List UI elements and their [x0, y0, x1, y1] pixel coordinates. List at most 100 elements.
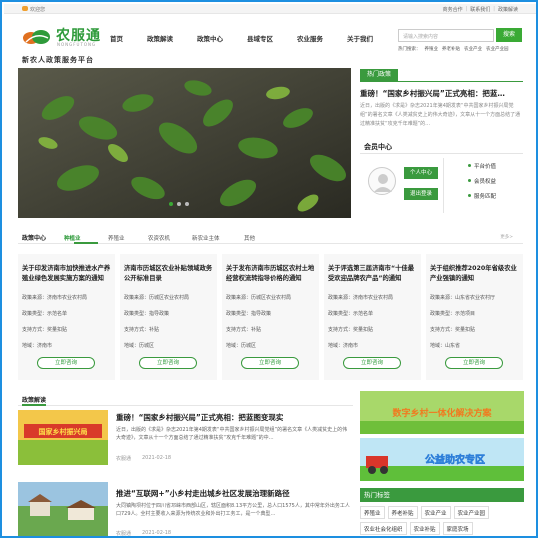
divider — [443, 158, 444, 213]
tag-item[interactable]: 养殖业 — [360, 506, 385, 519]
policy-type: 政策类型：指导政策 — [226, 311, 272, 317]
nav-about[interactable]: 关于我们 — [347, 33, 373, 43]
section-title: 政策中心 — [22, 235, 47, 242]
consult-button[interactable]: 立即咨询 — [343, 357, 401, 369]
policy-type: 政策类型：示范名单 — [328, 311, 374, 317]
carousel-dot[interactable] — [177, 202, 181, 206]
user-avatar-icon — [374, 174, 392, 192]
news-thumbnail-illustration: 国家乡村振兴局 — [18, 410, 108, 465]
news-summary: 大同镇陶坝村位于四川省邛崃市西部山区，辖区面积8.13平方公里，总人口1575人… — [116, 503, 350, 517]
policy-card[interactable]: 关于评选第三届济南市“十佳最受欢迎品牌农产品”的通知 政策来源：济南市农业农村局… — [324, 254, 421, 380]
village-thumbnail-illustration — [18, 482, 108, 536]
policy-center-tabs: 政策中心 种植业 养殖业 农资农机 新农业主体 其他 更多> — [18, 232, 523, 244]
policy-type: 政策类型：指导政策 — [124, 311, 170, 317]
hot-search-item[interactable]: 养老补贴 — [442, 46, 460, 52]
policy-method: 支持方式：奖量扣贴 — [430, 327, 476, 333]
hot-tags-title: 热门标签 — [360, 488, 524, 502]
hero-carousel-image[interactable] — [18, 68, 351, 218]
policy-card-title[interactable]: 关于发布济南市历城区农村土地经营权流转指导价格的通知 — [226, 264, 317, 284]
hot-search-item[interactable]: 农业产业 — [464, 46, 482, 52]
policy-type: 政策类型：示范名单 — [22, 311, 68, 317]
policy-card-title[interactable]: 关于组织推荐2020年省级农业产业强镇的通知 — [430, 264, 521, 284]
policy-card[interactable]: 关于发布济南市历城区农村土地经营权流转指导价格的通知 政策来源：历城区农业农村局… — [222, 254, 319, 380]
policy-source: 政策来源：历城区农业农村局 — [226, 295, 292, 301]
search-button[interactable]: 搜索 — [496, 28, 522, 42]
digital-village-banner[interactable]: 数字乡村一体化解决方案 — [360, 391, 524, 434]
more-link[interactable]: 更多> — [500, 234, 513, 240]
policy-card-title[interactable]: 济南市历城区农业补贴领域政务公开标准目录 — [124, 264, 215, 284]
hot-search-item[interactable]: 农业产业园 — [486, 46, 509, 52]
tag-item[interactable]: 养老补贴 — [387, 506, 418, 519]
member-links: 平台价值 会员权益 服务匹配 — [468, 162, 496, 207]
nav-policy-interpret[interactable]: 政策解读 — [147, 33, 173, 43]
policy-card-title[interactable]: 关于评选第三届济南市“十佳最受欢迎品牌农产品”的通知 — [328, 264, 419, 284]
policy-source: 政策来源：济南市农业农村局 — [22, 295, 88, 301]
section-title: 政策解读 — [22, 397, 47, 404]
hot-search-item[interactable]: 养殖业 — [425, 46, 439, 52]
tag-item[interactable]: 农业产业园 — [453, 506, 490, 519]
member-link-rights[interactable]: 会员权益 — [468, 177, 496, 185]
policy-card-title[interactable]: 关于印发济南市加快推进水产养殖业绿色发展实施方案的通知 — [22, 264, 113, 284]
hot-policy-tag: 热门政策 — [360, 69, 398, 81]
charity-banner-text: 公益助农专区 — [425, 453, 485, 466]
charity-banner[interactable]: 公益助农专区 — [360, 438, 524, 481]
brand-slogan: 新农人政策服务平台 — [22, 56, 94, 64]
news-title[interactable]: 推进“互联网+”小乡村走出城乡社区发展治理新路径 — [116, 488, 290, 499]
news-source: 农服通 — [116, 531, 132, 537]
news-thumbnail[interactable]: 国家乡村振兴局 — [18, 410, 108, 465]
tab-breeding[interactable]: 养殖业 — [108, 234, 125, 242]
tab-planting[interactable]: 种植业 — [64, 234, 81, 242]
consult-button[interactable]: 立即咨询 — [241, 357, 299, 369]
tag-item[interactable]: 农业社会化组织 — [360, 522, 407, 535]
nav-policy-center[interactable]: 政策中心 — [197, 33, 223, 43]
nav-county[interactable]: 县域专区 — [247, 33, 273, 43]
page-frame: 欢迎您 商务合作 | 联系我们 | 政策解读 农服通 NONGFUTONG 新农人政… — [0, 0, 538, 538]
personal-center-button[interactable]: 个人中心 — [404, 167, 438, 179]
policy-card[interactable]: 关于组织推荐2020年省级农业产业强镇的通知 政策来源：山东省农业农村厅 政策类… — [426, 254, 523, 380]
nav-agri-service[interactable]: 农业服务 — [297, 33, 323, 43]
consult-button[interactable]: 立即咨询 — [37, 357, 95, 369]
news-date: 2021-02-18 — [142, 455, 172, 461]
consult-button[interactable]: 立即咨询 — [445, 357, 503, 369]
hot-search-label: 热门搜索： — [398, 47, 421, 52]
policy-method: 支持方式：补贴 — [226, 327, 262, 333]
thumbnail-caption: 国家乡村振兴局 — [39, 427, 88, 436]
digital-village-banner-illustration: 数字乡村一体化解决方案 — [360, 391, 524, 434]
hot-search: 热门搜索： 养殖业 养老补贴 农业产业 农业产业园 — [398, 46, 509, 52]
avatar[interactable] — [368, 167, 396, 195]
tab-machinery[interactable]: 农资农机 — [148, 234, 170, 242]
welcome-text: 欢迎您 — [30, 7, 46, 13]
logout-button[interactable]: 退出登录 — [404, 188, 438, 200]
nav-home[interactable]: 首页 — [110, 33, 123, 43]
news-title[interactable]: 重磅！“国家乡村振兴局”正式亮相：把蓝图变现实 — [116, 412, 283, 423]
digital-village-banner-text: 数字乡村一体化解决方案 — [392, 407, 492, 419]
logo-icon[interactable] — [22, 28, 50, 48]
tag-item[interactable]: 农业产业 — [420, 506, 451, 519]
policy-type: 政策类型：示范项目 — [430, 311, 476, 317]
top-link-business[interactable]: 商务合作 — [443, 6, 463, 13]
consult-button[interactable]: 立即咨询 — [139, 357, 197, 369]
tab-other[interactable]: 其他 — [244, 234, 255, 242]
hot-policy-summary: 近日，出版的《求是》杂志2021年第4期发表“中共国家乡村振兴局党组”的署名文章… — [360, 103, 521, 127]
search-input[interactable]: 请输入搜索内容 — [398, 29, 494, 42]
tag-item[interactable]: 农业补贴 — [409, 522, 440, 535]
policy-card[interactable]: 济南市历城区农业补贴领域政务公开标准目录 政策来源：历城区农业农村局 政策类型：… — [120, 254, 217, 380]
news-date: 2021-02-18 — [142, 530, 172, 536]
top-link-contact[interactable]: 联系我们 — [470, 6, 490, 13]
hot-policy-title[interactable]: 重磅！“国家乡村振兴局”正式亮相：把蓝… — [360, 88, 525, 99]
top-bar: 欢迎您 商务合作 | 联系我们 | 政策解读 — [4, 4, 536, 14]
divider — [360, 81, 523, 82]
tab-new-entities[interactable]: 新农业主体 — [192, 234, 220, 242]
carousel-dot[interactable] — [185, 202, 189, 206]
policy-card[interactable]: 关于印发济南市加快推进水产养殖业绿色发展实施方案的通知 政策来源：济南市农业农村… — [18, 254, 115, 380]
policy-method: 支持方式：奖量扣贴 — [328, 327, 374, 333]
tag-item[interactable]: 家庭农场 — [442, 522, 473, 535]
news-thumbnail[interactable] — [18, 482, 108, 536]
carousel-dot[interactable] — [169, 202, 173, 206]
news-summary: 近日，出版的《求是》杂志2021年第4期发表“中共国家乡村振兴局党组”的署名文章… — [116, 427, 348, 441]
member-link-value[interactable]: 平台价值 — [468, 162, 496, 170]
member-link-matching[interactable]: 服务匹配 — [468, 192, 496, 200]
active-tab-indicator — [22, 404, 46, 406]
top-link-policy[interactable]: 政策解读 — [498, 6, 518, 13]
policy-source: 政策来源：山东省农业农村厅 — [430, 295, 496, 301]
